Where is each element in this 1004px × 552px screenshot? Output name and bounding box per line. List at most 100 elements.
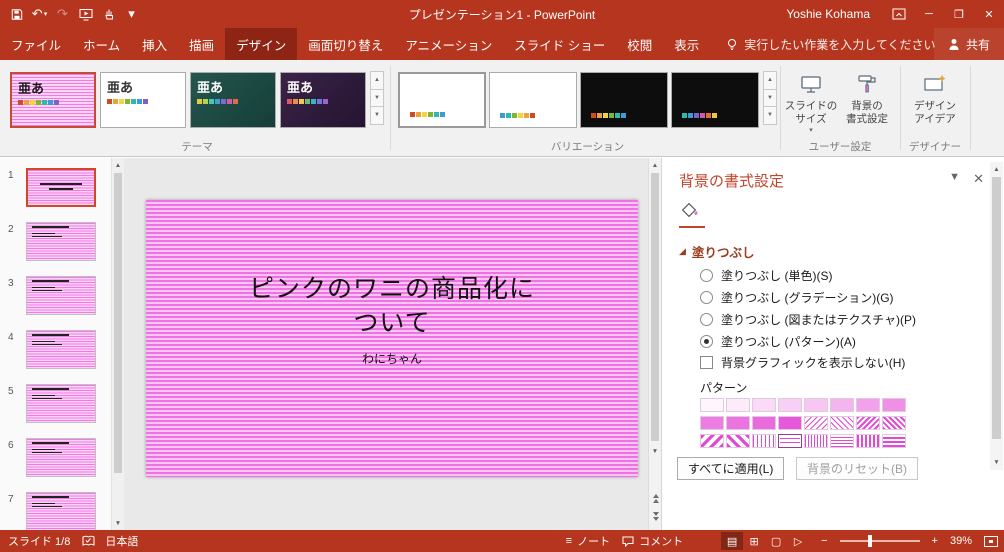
slide-subtitle[interactable]: わにちゃん bbox=[146, 350, 638, 367]
zoom-slider-thumb[interactable] bbox=[867, 535, 872, 547]
pattern-swatch[interactable] bbox=[700, 416, 724, 430]
tell-me-box[interactable]: 実行したい作業を入力してください bbox=[726, 28, 936, 60]
tab-review[interactable]: 校閲 bbox=[616, 28, 663, 60]
fill-section-header[interactable]: ◢ 塗りつぶし bbox=[679, 242, 755, 261]
fill-picture-radio[interactable]: 塗りつぶし (図またはテクスチャ)(P) bbox=[700, 308, 916, 330]
fill-solid-radio[interactable]: 塗りつぶし (単色)(S) bbox=[700, 264, 916, 286]
design-ideas-button[interactable]: デザイン アイデア bbox=[906, 68, 964, 148]
pattern-swatch[interactable] bbox=[752, 434, 776, 448]
fit-to-window-button[interactable] bbox=[984, 535, 998, 547]
pattern-swatch[interactable] bbox=[778, 416, 802, 430]
scrollbar-thumb[interactable] bbox=[992, 177, 1001, 439]
zoom-slider[interactable] bbox=[839, 534, 920, 548]
gallery-scroll-up-button[interactable]: ▲ bbox=[763, 71, 777, 90]
scroll-down-icon[interactable]: ▼ bbox=[112, 516, 124, 530]
comments-button[interactable]: コメント bbox=[622, 533, 683, 549]
slide-preview[interactable] bbox=[26, 384, 96, 423]
scrollbar-thumb[interactable] bbox=[651, 173, 659, 441]
theme-thumbnail-dark-purple[interactable]: 亜あ bbox=[280, 72, 366, 128]
variant-thumbnail-2[interactable] bbox=[489, 72, 577, 128]
minimize-button[interactable]: ─ bbox=[914, 0, 944, 28]
theme-thumbnail-dark-teal[interactable]: 亜あ bbox=[190, 72, 276, 128]
zoom-out-button[interactable]: − bbox=[821, 535, 827, 547]
pattern-swatch[interactable] bbox=[726, 416, 750, 430]
fill-gradient-radio[interactable]: 塗りつぶし (グラデーション)(G) bbox=[700, 286, 916, 308]
share-button[interactable]: 共有 bbox=[933, 28, 1004, 60]
scroll-up-icon[interactable]: ▲ bbox=[112, 158, 124, 172]
close-button[interactable]: ✕ bbox=[974, 0, 1004, 28]
tab-design[interactable]: デザイン bbox=[225, 28, 298, 60]
maximize-button[interactable]: ❐ bbox=[944, 0, 974, 28]
zoom-in-button[interactable]: + bbox=[932, 535, 938, 547]
reading-view-button[interactable]: ▢ bbox=[765, 532, 787, 550]
scroll-down-icon[interactable]: ▼ bbox=[649, 444, 661, 458]
tab-slideshow[interactable]: スライド ショー bbox=[503, 28, 616, 60]
next-slide-button[interactable] bbox=[649, 511, 661, 528]
user-name[interactable]: Yoshie Kohama bbox=[786, 7, 870, 21]
pattern-swatch[interactable] bbox=[856, 398, 880, 412]
gallery-scroll-down-button[interactable]: ▼ bbox=[763, 88, 777, 108]
format-background-button[interactable]: 背景の 書式設定 bbox=[840, 68, 894, 148]
slide-thumbnail-4[interactable]: 4 bbox=[0, 330, 124, 372]
apply-to-all-button[interactable]: すべてに適用(L) bbox=[677, 457, 785, 480]
gallery-scroll-down-button[interactable]: ▼ bbox=[370, 88, 384, 108]
hide-background-graphics-checkbox[interactable]: 背景グラフィックを表示しない(H) bbox=[700, 354, 905, 371]
pane-scrollbar[interactable]: ▲ ▼ bbox=[990, 162, 1003, 470]
pattern-swatch[interactable] bbox=[882, 398, 906, 412]
pattern-swatch[interactable] bbox=[882, 416, 906, 430]
slide-preview[interactable] bbox=[26, 276, 96, 315]
variant-thumbnail-4[interactable] bbox=[671, 72, 759, 128]
slide-thumbnail-6[interactable]: 6 bbox=[0, 438, 124, 480]
pattern-swatch[interactable] bbox=[856, 434, 880, 448]
theme-thumbnail-office[interactable]: 亜あ bbox=[100, 72, 186, 128]
slide-thumbnail-5[interactable]: 5 bbox=[0, 384, 124, 426]
scroll-up-icon[interactable]: ▲ bbox=[649, 158, 661, 172]
pattern-swatch[interactable] bbox=[804, 416, 828, 430]
pattern-swatch[interactable] bbox=[700, 398, 724, 412]
slide-preview[interactable] bbox=[26, 330, 96, 369]
save-button[interactable] bbox=[5, 2, 28, 26]
pattern-swatch[interactable] bbox=[700, 434, 724, 448]
pane-close-icon[interactable]: ✕ bbox=[973, 171, 984, 187]
slide-thumbnail-2[interactable]: 2 bbox=[0, 222, 124, 264]
normal-view-button[interactable]: ▤ bbox=[721, 532, 744, 550]
slide-thumbnail-7[interactable]: 7 bbox=[0, 492, 124, 530]
slide-preview[interactable] bbox=[26, 492, 96, 530]
gallery-scroll-up-button[interactable]: ▲ bbox=[370, 71, 384, 90]
pattern-swatch[interactable] bbox=[778, 434, 802, 448]
customize-qat-button[interactable]: ▾ bbox=[120, 2, 143, 26]
canvas-scrollbar[interactable]: ▲ ▼ bbox=[648, 158, 661, 530]
previous-slide-button[interactable] bbox=[649, 493, 661, 510]
ribbon-display-options-button[interactable] bbox=[884, 0, 914, 28]
pattern-swatch[interactable] bbox=[804, 434, 828, 448]
slide-preview[interactable] bbox=[26, 222, 96, 261]
theme-thumbnail-current[interactable]: 亜あ bbox=[10, 72, 96, 128]
fill-pattern-radio[interactable]: 塗りつぶし (パターン)(A) bbox=[700, 330, 916, 352]
redo-button[interactable]: ↷ bbox=[51, 2, 74, 26]
thumbnail-panel-scrollbar[interactable]: ▲ ▼ bbox=[111, 158, 124, 530]
fill-tab[interactable] bbox=[679, 200, 705, 228]
pane-options-dropdown-icon[interactable]: ▼ bbox=[949, 171, 960, 183]
touch-mode-button[interactable] bbox=[97, 2, 120, 26]
scroll-up-icon[interactable]: ▲ bbox=[990, 162, 1003, 176]
tab-transitions[interactable]: 画面切り替え bbox=[297, 28, 394, 60]
tab-view[interactable]: 表示 bbox=[663, 28, 710, 60]
slide-title[interactable]: ピンクのワニの商品化に ついて bbox=[162, 272, 622, 340]
tab-insert[interactable]: 挿入 bbox=[131, 28, 178, 60]
slide-preview[interactable] bbox=[26, 438, 96, 477]
current-slide[interactable]: ピンクのワニの商品化に ついて わにちゃん bbox=[146, 200, 638, 477]
slide-thumbnail-1[interactable]: 1 bbox=[0, 168, 124, 210]
gallery-more-button[interactable]: ▼ bbox=[763, 106, 777, 125]
pattern-swatch[interactable] bbox=[726, 398, 750, 412]
gallery-more-button[interactable]: ▼ bbox=[370, 106, 384, 125]
variant-thumbnail-3[interactable] bbox=[580, 72, 668, 128]
pattern-swatch[interactable] bbox=[804, 398, 828, 412]
tab-draw[interactable]: 描画 bbox=[178, 28, 225, 60]
pattern-swatch[interactable] bbox=[752, 416, 776, 430]
pattern-swatch[interactable] bbox=[778, 398, 802, 412]
pattern-swatch[interactable] bbox=[830, 398, 854, 412]
slide-thumbnail-3[interactable]: 3 bbox=[0, 276, 124, 318]
slide-preview[interactable] bbox=[26, 168, 96, 207]
scrollbar-thumb[interactable] bbox=[114, 173, 122, 473]
pattern-swatch[interactable] bbox=[882, 434, 906, 448]
